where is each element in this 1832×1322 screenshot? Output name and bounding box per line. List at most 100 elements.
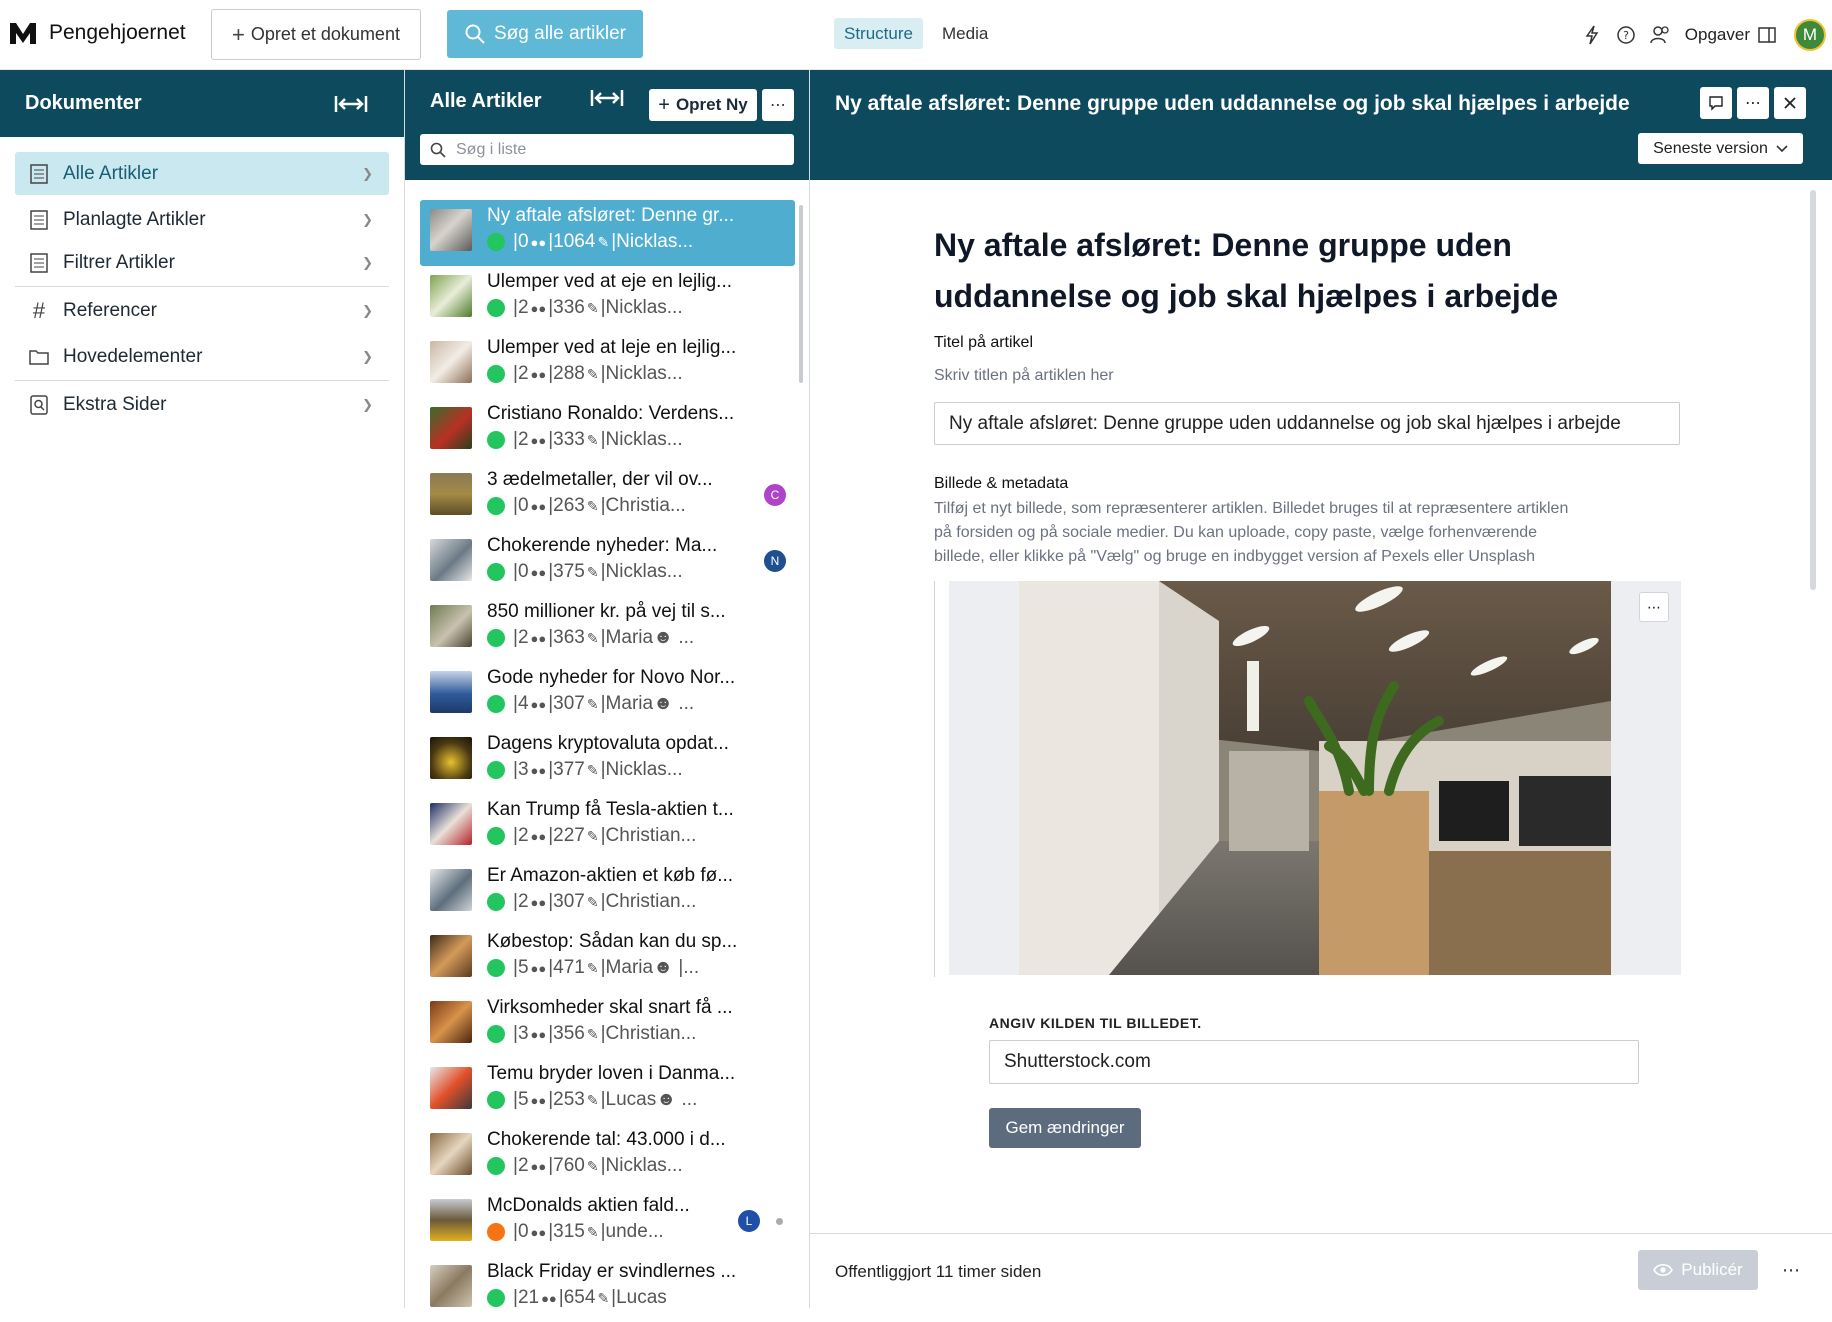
user-avatar[interactable]: M [1794, 19, 1826, 51]
eyes-icon: ●● [530, 366, 547, 382]
article-thumbnail [430, 1001, 472, 1043]
list-item[interactable]: Ulemper ved at leje en lejlig... | 2 ●● | … [420, 332, 795, 398]
list-item[interactable]: McDonalds aktien fald... | 0 ●● | 315 ✎ | u… [420, 1190, 795, 1256]
status-dot [487, 629, 505, 647]
eyes-icon: ●● [530, 234, 547, 250]
sidebar-item-references[interactable]: # Referencer ❯ [15, 289, 389, 332]
article-title: Chokerende nyheder: Ma... [487, 535, 718, 556]
comment-count: 2 [517, 1155, 529, 1176]
user-emoji-icon: ☻ [656, 1089, 677, 1110]
status-dot [487, 497, 505, 515]
expand-width-icon[interactable] [334, 94, 368, 114]
sidebar-item-filter-articles[interactable]: Filtrer Artikler ❯ [15, 241, 389, 284]
view-count: 375 [553, 561, 585, 582]
list-item[interactable]: Er Amazon-aktien et køb fø... | 2 ●● | 307… [420, 860, 795, 926]
author-name: Nicklas... [605, 759, 683, 780]
author-name: Nicklas... [605, 363, 683, 384]
comment-count: 3 [517, 1023, 529, 1044]
close-icon[interactable] [1774, 87, 1806, 119]
status-dot [487, 299, 505, 317]
list-item[interactable]: Gode nyheder for Novo Nor... | 4 ●● | 307 … [420, 662, 795, 728]
author-name: Lucas [616, 1287, 667, 1308]
list-item[interactable]: Cristiano Ronaldo: Verdens... | 2 ●● | 333… [420, 398, 795, 464]
search-all-articles-button[interactable]: Søg alle artikler [447, 10, 643, 58]
expand-width-icon[interactable] [590, 88, 624, 108]
lightning-icon[interactable] [1575, 18, 1609, 52]
users-icon[interactable] [1643, 18, 1677, 52]
list-item[interactable]: Temu bryder loven i Danma... | 5 ●● | 253 … [420, 1058, 795, 1124]
article-thumbnail [430, 407, 472, 449]
sidebar-item-all-articles[interactable]: Alle Artikler ❯ [15, 152, 389, 195]
comment-count: 0 [517, 231, 529, 252]
chevron-right-icon: ❯ [362, 255, 373, 270]
pencil-icon: ✎ [586, 695, 599, 712]
author-name: Nicklas... [605, 561, 683, 582]
status-dot [487, 827, 505, 845]
list-search-input[interactable]: Søg i liste [420, 134, 794, 165]
article-meta: | 5 ●● | 471 ✎ | Maria ☻ |... [487, 957, 699, 979]
document-list-icon [27, 208, 51, 232]
list-item[interactable]: Chokerende tal: 43.000 i d... | 2 ●● | 760… [420, 1124, 795, 1190]
new-article-button[interactable]: + Opret Ny [649, 89, 757, 121]
comment-count: 0 [517, 495, 529, 516]
eyes-icon: ●● [530, 762, 547, 778]
pencil-icon: ✎ [586, 1157, 599, 1174]
list-item[interactable]: Chokerende nyheder: Ma... | 0 ●● | 375 ✎ | … [420, 530, 795, 596]
list-item[interactable]: Ulemper ved at eje en lejlig... | 2 ●● | 3… [420, 266, 795, 332]
tab-media[interactable]: Media [932, 18, 998, 49]
sidebar-item-main-elements[interactable]: Hovedelementer ❯ [15, 335, 389, 378]
list-scrollbar[interactable] [799, 205, 803, 383]
status-dot [487, 761, 505, 779]
image-more-options-icon[interactable]: ⋯ [1639, 592, 1669, 622]
article-title: Black Friday er svindlernes ... [487, 1261, 737, 1282]
create-document-button[interactable]: + Opret et dokument [211, 9, 421, 60]
article-title: Ulemper ved at leje en lejlig... [487, 337, 737, 358]
list-item[interactable]: Virksomheder skal snart få ... | 3 ●● | 35… [420, 992, 795, 1058]
list-item[interactable]: Black Friday er svindlernes ... | 21 ●● | … [420, 1256, 795, 1322]
more-options-icon[interactable]: ⋯ [762, 89, 794, 121]
title-field-hint: Skriv titlen på artiklen her [934, 367, 1114, 384]
list-item[interactable]: 3 ædelmetaller, der vil ov... | 0 ●● | 263… [420, 464, 795, 530]
list-item[interactable]: Ny aftale afsløret: Denne gr... | 0 ●● | 1… [420, 200, 795, 266]
comment-count: 2 [517, 891, 529, 912]
publish-button[interactable]: Publicér [1638, 1250, 1758, 1290]
sidebar-item-extra-pages[interactable]: Ekstra Sider ❯ [15, 383, 389, 426]
eyes-icon: ●● [530, 894, 547, 910]
article-meta: | 0 ●● | 263 ✎ | Christia... [487, 495, 686, 517]
view-count: 333 [553, 429, 585, 450]
publish-label: Publicér [1681, 1260, 1743, 1279]
save-changes-button[interactable]: Gem ændringer [989, 1108, 1141, 1148]
list-item[interactable]: Købestop: Sådan kan du sp... | 5 ●● | 471 … [420, 926, 795, 992]
list-item[interactable]: Dagens kryptovaluta opdat... | 3 ●● | 377 … [420, 728, 795, 794]
search-all-articles-label: Søg alle artikler [494, 23, 626, 44]
document-list-icon [27, 251, 51, 275]
panel-toggle-icon[interactable] [1750, 18, 1784, 52]
sidebar-item-planned-articles[interactable]: Planlagte Artikler ❯ [15, 198, 389, 241]
version-select[interactable]: Seneste version [1638, 133, 1803, 164]
comment-icon[interactable] [1700, 87, 1732, 119]
tab-structure[interactable]: Structure [834, 18, 923, 49]
article-thumbnail [430, 209, 472, 251]
author-name: Maria [605, 627, 654, 648]
editor-scrollbar[interactable] [1810, 190, 1816, 590]
view-count: 336 [553, 297, 585, 318]
article-thumbnail [430, 671, 472, 713]
pencil-icon: ✎ [586, 365, 599, 382]
title-input[interactable]: Ny aftale afsløret: Denne gruppe uden ud… [934, 402, 1680, 445]
help-icon[interactable]: ? [1609, 18, 1643, 52]
article-meta: | 5 ●● | 253 ✎ | Lucas ☻ ... [487, 1089, 697, 1111]
office-photo[interactable] [1019, 581, 1611, 975]
editor-header: Ny aftale afsløret: Denne gruppe uden ud… [810, 70, 1832, 180]
comment-count: 0 [517, 561, 529, 582]
article-thumbnail [430, 473, 472, 515]
list-item[interactable]: Kan Trump få Tesla-aktien t... | 2 ●● | 22… [420, 794, 795, 860]
logo[interactable]: Pengehjoernet [8, 18, 186, 48]
image-source-input[interactable]: Shutterstock.com [989, 1040, 1639, 1084]
comment-count: 3 [517, 759, 529, 780]
author-name: unde... [605, 1221, 664, 1242]
brand-name: Pengehjoernet [49, 21, 186, 44]
list-item[interactable]: 850 millioner kr. på vej til s... | 2 ●● |… [420, 596, 795, 662]
footer-more-options-icon[interactable]: ⋯ [1782, 1260, 1800, 1281]
more-options-icon[interactable]: ⋯ [1737, 87, 1769, 119]
tasks-label[interactable]: Opgaver [1685, 25, 1750, 45]
